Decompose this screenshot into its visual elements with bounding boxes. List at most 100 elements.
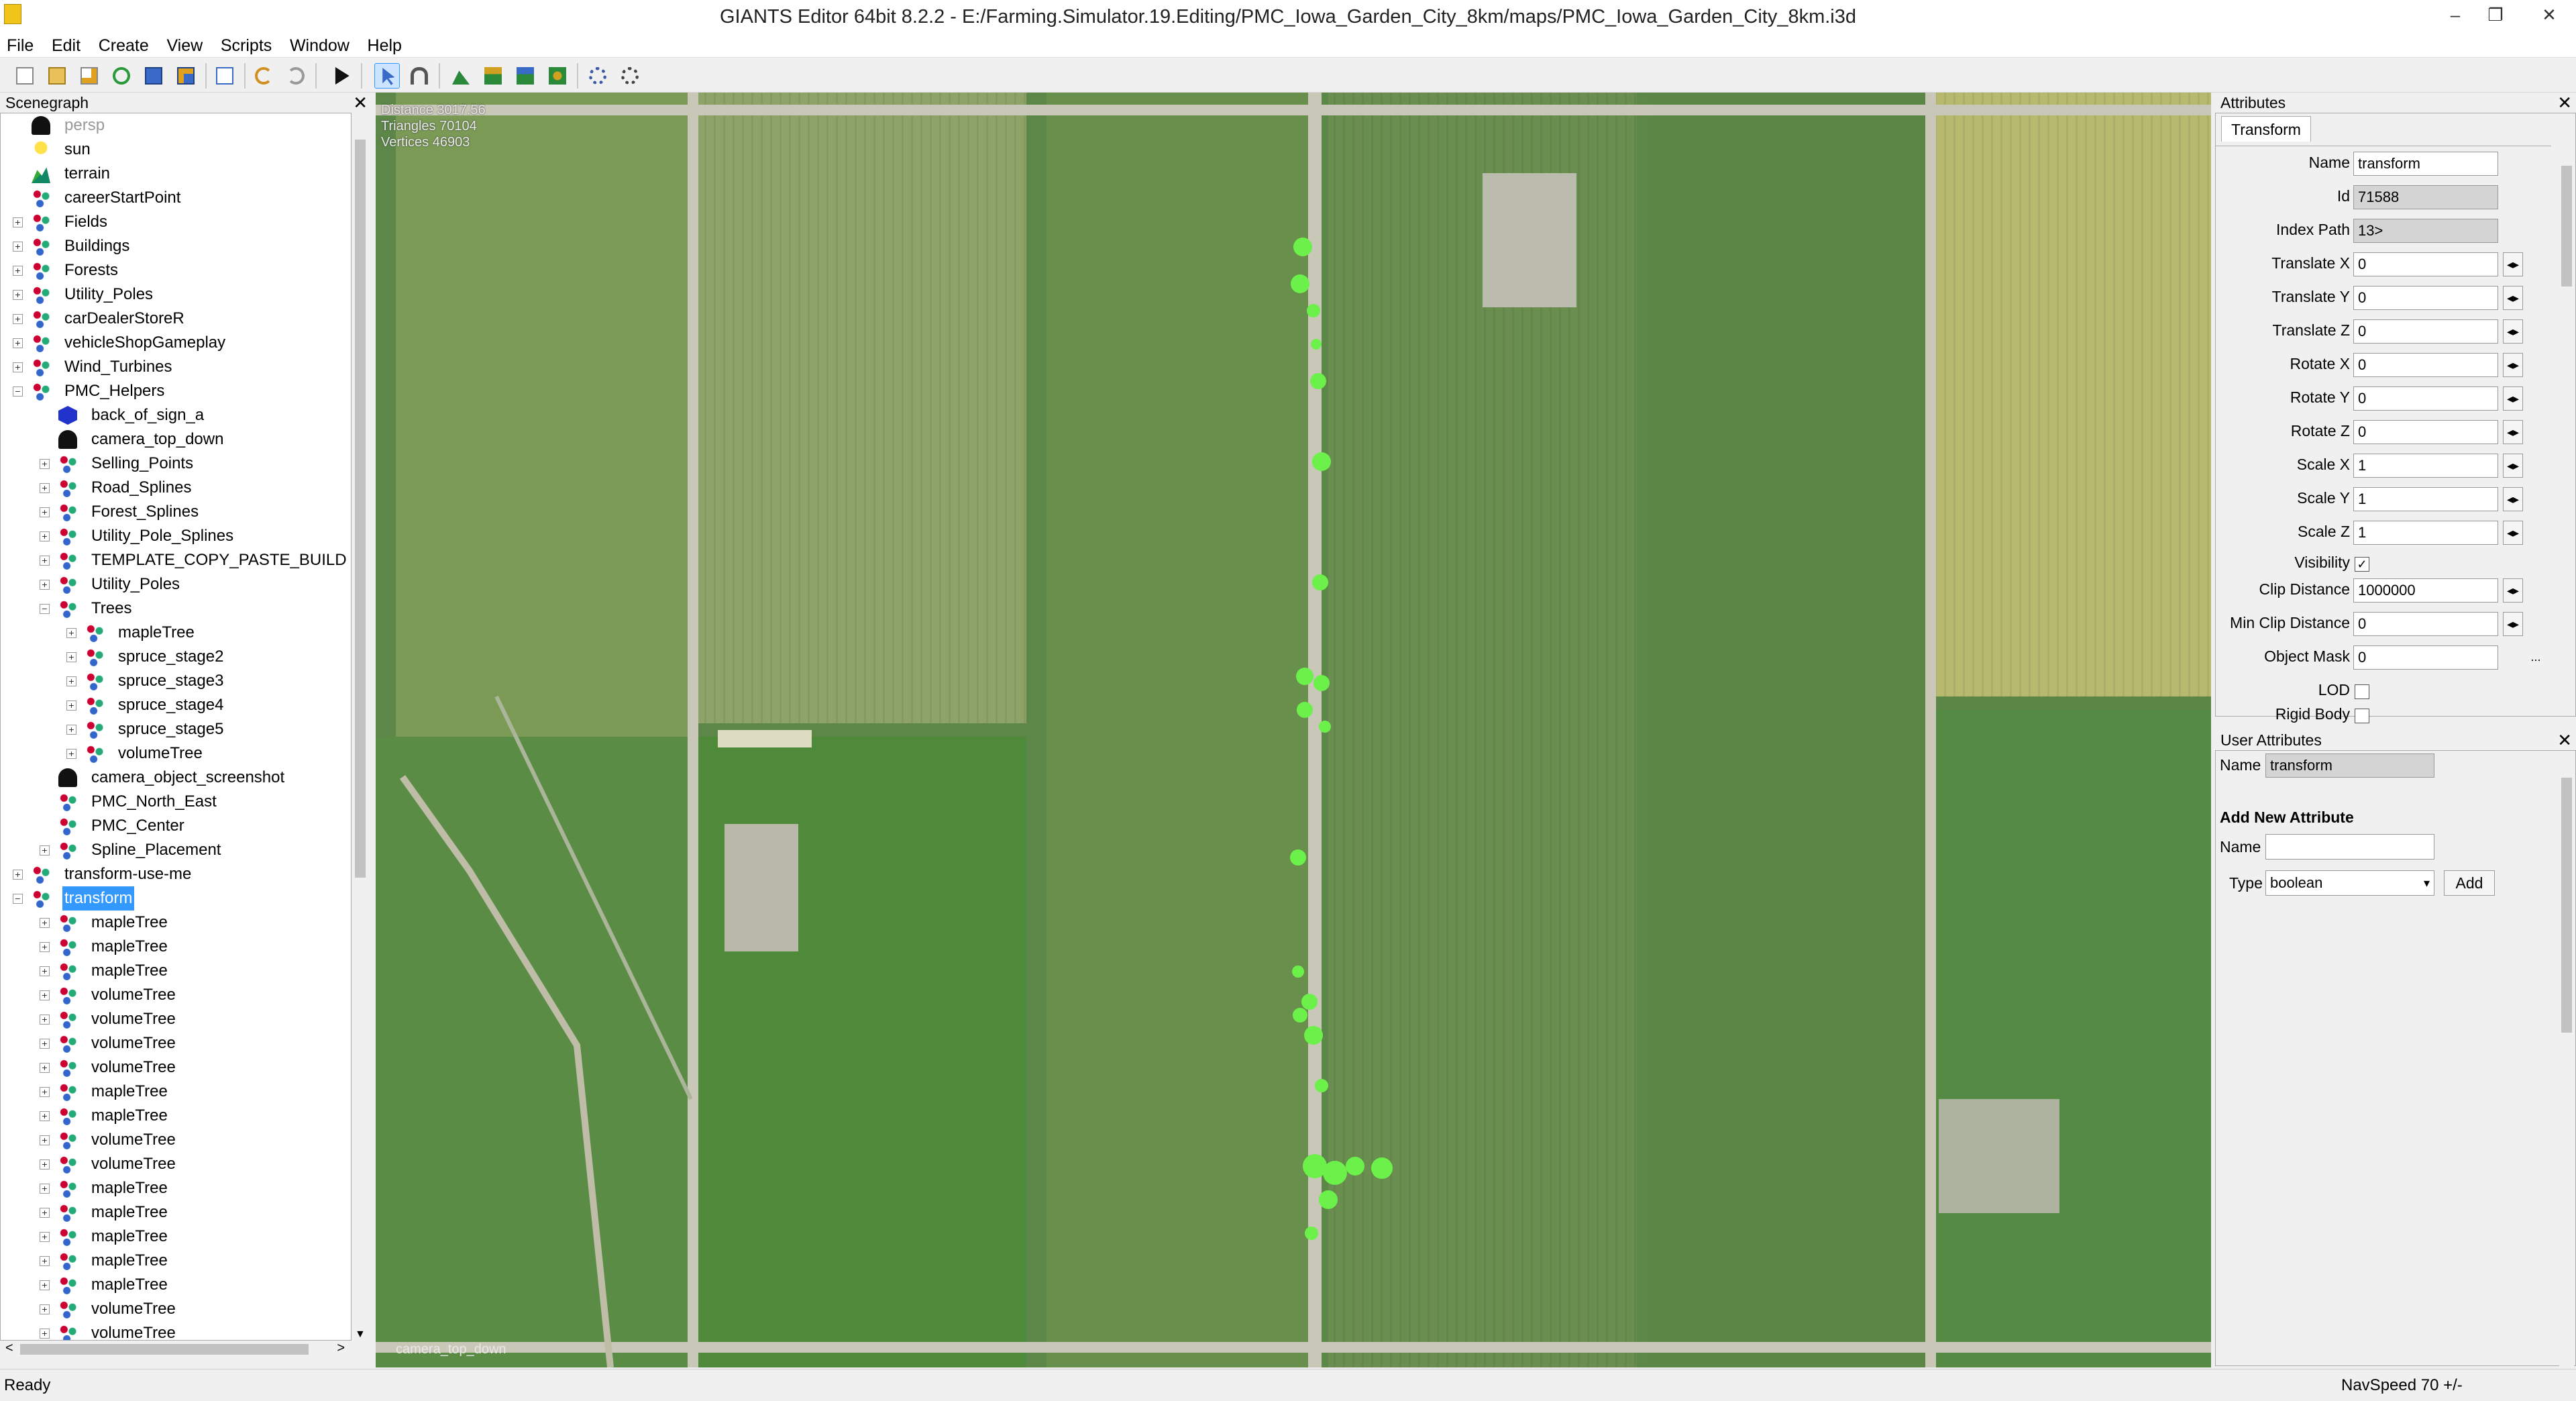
new-file-icon[interactable] xyxy=(12,63,38,89)
attribute-field[interactable]: 0 xyxy=(2353,645,2498,670)
expand-icon[interactable]: + xyxy=(40,1063,50,1073)
expand-icon[interactable]: + xyxy=(66,725,76,735)
tree-node[interactable]: + volumeTree xyxy=(1,1031,350,1055)
tree-node[interactable]: + Forest_Splines xyxy=(1,500,350,524)
scrollbar-thumb[interactable] xyxy=(2561,778,2572,1033)
expand-icon[interactable]: + xyxy=(40,507,50,517)
tree-node[interactable]: + mapleTree xyxy=(1,621,350,645)
attribute-field[interactable]: 0 xyxy=(2353,319,2498,344)
expand-icon[interactable]: + xyxy=(40,966,50,976)
expand-icon[interactable]: + xyxy=(40,556,50,566)
attribute-field[interactable]: 0 xyxy=(2353,386,2498,411)
menu-scripts[interactable]: Scripts xyxy=(214,34,278,58)
expand-icon[interactable]: + xyxy=(40,1135,50,1145)
viewport-3d[interactable]: Distance 3017.56 Triangles 70104 Vertice… xyxy=(376,93,2211,1367)
attribute-field[interactable]: transform xyxy=(2353,152,2498,176)
tab-transform[interactable]: Transform xyxy=(2221,116,2311,142)
expand-icon[interactable]: + xyxy=(40,918,50,928)
close-icon[interactable]: ✕ xyxy=(353,93,368,113)
expand-icon[interactable]: + xyxy=(66,749,76,759)
tree-node[interactable]: + mapleTree xyxy=(1,1200,350,1225)
collapse-icon[interactable]: − xyxy=(40,604,50,614)
object-place-icon[interactable] xyxy=(545,63,570,89)
tree-node[interactable]: + spruce_stage5 xyxy=(1,717,350,741)
expand-icon[interactable]: + xyxy=(40,1087,50,1097)
menu-create[interactable]: Create xyxy=(92,34,156,58)
expand-icon[interactable]: + xyxy=(40,1304,50,1314)
terrain-paint-icon[interactable] xyxy=(448,63,474,89)
expand-icon[interactable]: + xyxy=(66,628,76,638)
expand-icon[interactable]: + xyxy=(40,1329,50,1339)
tree-node[interactable]: back_of_sign_a xyxy=(1,403,350,427)
expand-icon[interactable]: + xyxy=(40,942,50,952)
attribute-field[interactable]: 0 xyxy=(2353,252,2498,276)
tree-node[interactable]: + Buildings xyxy=(1,234,350,258)
spin-arrows-icon[interactable]: ◂▸ xyxy=(2503,252,2523,276)
attribute-field[interactable]: 1 xyxy=(2353,454,2498,478)
close-icon[interactable]: ✕ xyxy=(2557,93,2572,113)
tree-node[interactable]: + carDealerStoreR xyxy=(1,307,350,331)
tree-node[interactable]: + Utility_Poles xyxy=(1,572,350,596)
tree-node[interactable]: − PMC_Helpers xyxy=(1,379,350,403)
settings-icon[interactable] xyxy=(585,63,610,89)
attribute-field[interactable]: 0 xyxy=(2353,420,2498,444)
spin-arrows-icon[interactable]: ◂▸ xyxy=(2503,612,2523,636)
tree-horizontal-scrollbar[interactable]: < > xyxy=(0,1341,352,1358)
scenegraph-tree[interactable]: persp sun terrain careerStartPoint + Fields + B… xyxy=(0,113,352,1341)
collapse-icon[interactable]: − xyxy=(13,894,23,904)
expand-icon[interactable]: + xyxy=(40,1232,50,1242)
tree-node[interactable]: + mapleTree xyxy=(1,935,350,959)
tree-node[interactable]: + volumeTree xyxy=(1,741,350,766)
tree-vertical-scrollbar[interactable]: ▼ xyxy=(352,113,369,1341)
tree-node[interactable]: + spruce_stage4 xyxy=(1,693,350,717)
tree-node[interactable]: + Selling_Points xyxy=(1,452,350,476)
expand-icon[interactable]: + xyxy=(40,580,50,590)
tree-node[interactable]: + volumeTree xyxy=(1,1321,350,1340)
redo-icon[interactable] xyxy=(283,63,309,89)
open-folder-icon[interactable] xyxy=(44,63,70,89)
expand-icon[interactable]: + xyxy=(40,1015,50,1025)
attribute-checkbox[interactable] xyxy=(2355,684,2369,699)
tree-node[interactable]: + TEMPLATE_COPY_PASTE_BUILD xyxy=(1,548,350,572)
tree-node[interactable]: + Spline_Placement xyxy=(1,838,350,862)
expand-icon[interactable]: + xyxy=(13,266,23,276)
reload-icon[interactable] xyxy=(109,63,134,89)
expand-icon[interactable]: + xyxy=(40,459,50,469)
attribute-field[interactable]: 0 xyxy=(2353,286,2498,310)
expand-icon[interactable]: + xyxy=(40,1111,50,1121)
menu-window[interactable]: Window xyxy=(283,34,356,58)
tree-node[interactable]: + mapleTree xyxy=(1,1249,350,1273)
spin-arrows-icon[interactable]: ◂▸ xyxy=(2503,319,2523,344)
spin-arrows-icon[interactable]: ◂▸ xyxy=(2503,420,2523,444)
tree-node[interactable]: + Utility_Poles xyxy=(1,282,350,307)
expand-icon[interactable]: + xyxy=(40,483,50,493)
tree-node[interactable]: + mapleTree xyxy=(1,1273,350,1297)
restore-button[interactable]: ❐ xyxy=(2475,0,2516,30)
tree-node[interactable]: terrain xyxy=(1,162,350,186)
scroll-right-icon[interactable]: > xyxy=(337,1341,345,1356)
tree-node[interactable]: + volumeTree xyxy=(1,983,350,1007)
tree-node[interactable]: PMC_North_East xyxy=(1,790,350,814)
expand-icon[interactable]: + xyxy=(40,1256,50,1266)
collapse-icon[interactable]: − xyxy=(13,386,23,397)
tree-node[interactable]: + vehicleShopGameplay xyxy=(1,331,350,355)
tree-node[interactable]: + volumeTree xyxy=(1,1007,350,1031)
new-attr-name-input[interactable] xyxy=(2265,834,2434,860)
attribute-field[interactable]: 0 xyxy=(2353,612,2498,636)
attribute-field[interactable]: 1 xyxy=(2353,487,2498,511)
spin-arrows-icon[interactable]: ◂▸ xyxy=(2503,386,2523,411)
object-mask-edit-button[interactable]: ... xyxy=(2526,645,2546,670)
tree-node[interactable]: + volumeTree xyxy=(1,1297,350,1321)
tree-node[interactable]: + Forests xyxy=(1,258,350,282)
tree-node[interactable]: + volumeTree xyxy=(1,1152,350,1176)
spin-arrows-icon[interactable]: ◂▸ xyxy=(2503,521,2523,545)
tree-node[interactable]: + mapleTree xyxy=(1,911,350,935)
attribute-field[interactable]: 0 xyxy=(2353,353,2498,377)
spin-arrows-icon[interactable]: ◂▸ xyxy=(2503,487,2523,511)
settings-alt-icon[interactable] xyxy=(617,63,643,89)
spin-arrows-icon[interactable]: ◂▸ xyxy=(2503,578,2523,603)
close-window-button[interactable]: ✕ xyxy=(2529,0,2569,30)
tree-node[interactable]: + spruce_stage2 xyxy=(1,645,350,669)
scroll-left-icon[interactable]: < xyxy=(5,1341,13,1356)
magnet-icon[interactable] xyxy=(407,63,432,89)
